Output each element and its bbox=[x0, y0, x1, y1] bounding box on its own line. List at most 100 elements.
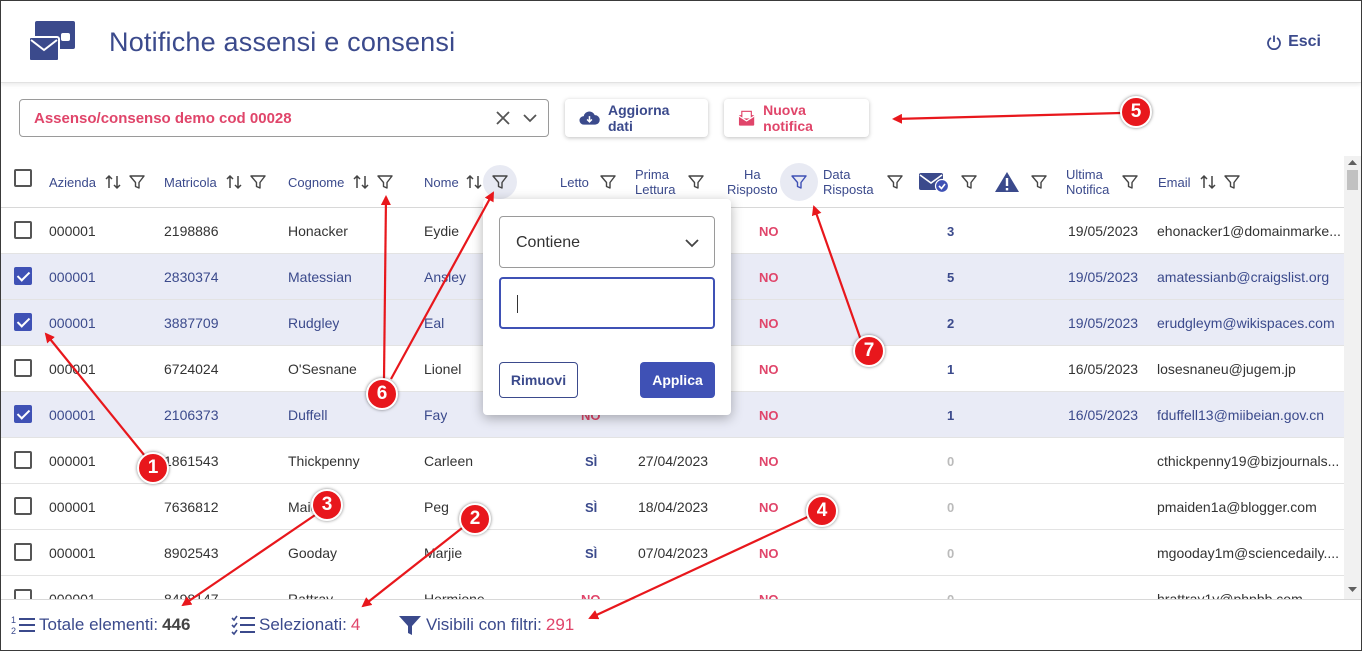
cell-email: amatessianb@craigslist.org bbox=[1157, 269, 1330, 285]
cell-ha-risposto: NO bbox=[759, 223, 779, 239]
filter-icon[interactable] bbox=[243, 167, 273, 197]
chevron-down-icon bbox=[685, 239, 699, 248]
refresh-data-label: Aggiorna dati bbox=[607, 102, 670, 134]
cell-azienda: 000001 bbox=[49, 591, 96, 599]
cell-ultima-notifica: 19/05/2023 bbox=[1068, 315, 1139, 331]
scroll-down-icon[interactable] bbox=[1348, 586, 1357, 593]
table-row[interactable]: 000001 8902543 Gooday Marjie SÌ 07/04/20… bbox=[1, 530, 1344, 576]
cell-ultima-notifica: 19/05/2023 bbox=[1068, 269, 1139, 285]
row-checkbox[interactable] bbox=[14, 267, 32, 285]
cell-prima-lettura: 18/04/2023 bbox=[638, 499, 709, 515]
column-email: Email bbox=[1158, 156, 1247, 208]
new-notification-button[interactable]: Nuova notifica bbox=[724, 99, 869, 137]
cell-count: 1 bbox=[947, 407, 955, 423]
selected-items-stat: Selezionati: 4 bbox=[231, 614, 360, 636]
filter-icon[interactable] bbox=[370, 167, 400, 197]
filter-icon[interactable] bbox=[593, 167, 623, 197]
funnel-icon bbox=[399, 616, 421, 635]
chevron-down-icon[interactable] bbox=[522, 111, 538, 125]
cell-nome: Carleen bbox=[424, 453, 474, 469]
app-header: Notifiche assensi e consensi Esci bbox=[1, 1, 1361, 83]
status-footer: 1 2 Totale elementi: 446 Selezionati: 4 bbox=[1, 599, 1361, 650]
cell-ultima-notifica: 16/05/2023 bbox=[1068, 407, 1139, 423]
table-scrollbar[interactable] bbox=[1344, 156, 1361, 599]
filter-popup: Contiene Rimuovi Applica bbox=[483, 199, 731, 415]
table-row[interactable]: 000001 1861543 Thickpenny Carleen SÌ 27/… bbox=[1, 438, 1344, 484]
cell-nome: Peg bbox=[424, 499, 449, 515]
apply-filter-button[interactable]: Applica bbox=[640, 362, 715, 398]
cell-count: 5 bbox=[947, 269, 955, 285]
cell-cognome: Gooday bbox=[288, 545, 338, 561]
row-checkbox[interactable] bbox=[14, 313, 32, 331]
logout-button[interactable]: Esci bbox=[1266, 33, 1321, 51]
row-checkbox[interactable] bbox=[14, 589, 32, 599]
row-checkbox[interactable] bbox=[14, 497, 32, 515]
remove-filter-button[interactable]: Rimuovi bbox=[499, 362, 578, 398]
cell-count: 2 bbox=[947, 315, 955, 331]
mail-check-icon bbox=[919, 173, 950, 193]
clear-icon[interactable] bbox=[494, 109, 512, 127]
row-checkbox[interactable] bbox=[14, 359, 32, 377]
cell-azienda: 000001 bbox=[49, 453, 96, 469]
filter-icon-active[interactable] bbox=[482, 165, 517, 199]
column-matricola: Matricola bbox=[164, 156, 273, 208]
column-cognome: Cognome bbox=[288, 156, 400, 208]
filter-icon[interactable] bbox=[681, 167, 711, 197]
cell-email: erudgleym@wikispaces.com bbox=[1157, 315, 1335, 331]
consent-select[interactable]: Assenso/consenso demo cod 00028 bbox=[19, 99, 549, 137]
cell-prima-lettura: 07/04/2023 bbox=[638, 545, 709, 561]
logout-label: Esci bbox=[1288, 33, 1321, 50]
table-row[interactable]: 000001 8498147 Rattray Hermione NO NO 0 … bbox=[1, 576, 1344, 599]
cell-nome: Marjie bbox=[424, 545, 463, 561]
cell-azienda: 000001 bbox=[49, 269, 96, 285]
cell-count: 0 bbox=[947, 591, 955, 600]
annotation-badge-1: 1 bbox=[137, 452, 169, 484]
filter-icon[interactable] bbox=[880, 167, 910, 197]
filter-icon[interactable] bbox=[954, 167, 984, 197]
filter-value-input[interactable] bbox=[499, 277, 715, 329]
cell-ha-risposto: NO bbox=[759, 499, 779, 515]
cell-azienda: 000001 bbox=[49, 361, 96, 377]
row-checkbox[interactable] bbox=[14, 543, 32, 561]
row-checkbox[interactable] bbox=[14, 451, 32, 469]
total-items-stat: 1 2 Totale elementi: 446 bbox=[11, 615, 191, 636]
visible-items-stat: Visibili con filtri: 291 bbox=[398, 614, 574, 636]
sort-icon[interactable] bbox=[225, 173, 243, 191]
cell-matricola: 3887709 bbox=[164, 315, 219, 331]
cell-email: pmaiden1a@blogger.com bbox=[1157, 499, 1317, 515]
selected-items-value: 4 bbox=[350, 615, 361, 634]
sort-icon[interactable] bbox=[1199, 173, 1217, 191]
cell-ultima-notifica: 19/05/2023 bbox=[1068, 223, 1139, 239]
cloud-download-icon bbox=[579, 111, 600, 125]
cell-matricola: 2198886 bbox=[164, 223, 219, 239]
cell-ha-risposto: NO bbox=[759, 453, 779, 469]
cell-letto: SÌ bbox=[585, 453, 598, 469]
sort-icon[interactable] bbox=[465, 173, 483, 191]
cell-ultima-notifica: 16/05/2023 bbox=[1068, 361, 1139, 377]
row-checkbox[interactable] bbox=[14, 221, 32, 239]
filter-icon[interactable] bbox=[1024, 167, 1054, 197]
filter-icon[interactable] bbox=[1217, 167, 1247, 197]
refresh-data-button[interactable]: Aggiorna dati bbox=[565, 99, 708, 137]
cell-ha-risposto: NO bbox=[759, 269, 779, 285]
table-row[interactable]: 000001 7636812 Maiden Peg SÌ 18/04/2023 … bbox=[1, 484, 1344, 530]
checklist-icon bbox=[231, 615, 255, 636]
filter-icon[interactable] bbox=[122, 167, 152, 197]
svg-text:2: 2 bbox=[11, 626, 16, 636]
annotation-badge-5: 5 bbox=[1120, 96, 1152, 128]
scroll-up-icon[interactable] bbox=[1348, 159, 1357, 166]
sort-icon[interactable] bbox=[104, 173, 122, 191]
filter-operator-select[interactable]: Contiene bbox=[499, 216, 715, 268]
cell-ha-risposto: NO bbox=[759, 591, 779, 600]
annotation-badge-6: 6 bbox=[366, 378, 398, 410]
cell-matricola: 2830374 bbox=[164, 269, 219, 285]
filter-icon-active[interactable] bbox=[779, 163, 818, 201]
envelope-open-icon bbox=[738, 110, 755, 126]
scroll-thumb[interactable] bbox=[1347, 170, 1358, 190]
cell-email: fduffell13@miibeian.gov.cn bbox=[1157, 407, 1325, 423]
filter-icon[interactable] bbox=[1115, 167, 1145, 197]
row-checkbox[interactable] bbox=[14, 405, 32, 423]
sort-icon[interactable] bbox=[352, 173, 370, 191]
column-warnings bbox=[994, 156, 1054, 208]
select-all-checkbox[interactable] bbox=[14, 169, 32, 187]
